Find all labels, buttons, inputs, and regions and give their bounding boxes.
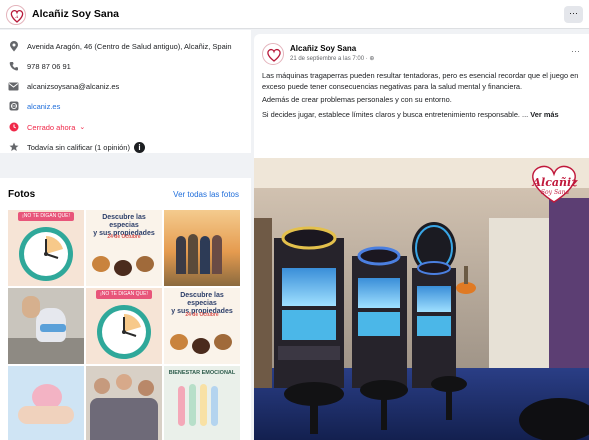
chevron-down-icon[interactable]: ⌄ <box>79 123 85 131</box>
post-paragraph-text: Si decides jugar, establece límites clar… <box>262 110 529 119</box>
photo-thumbnail[interactable]: BIENESTAR EMOCIONAL <box>164 366 240 440</box>
person-silhouette <box>212 235 222 274</box>
address-row: Avenida Aragón, 46 (Centro de Salud anti… <box>8 39 232 53</box>
post-author-name[interactable]: Alcañiz Soy Sana <box>290 44 356 53</box>
thumbnail-date: 24 de Octubre <box>185 312 219 318</box>
post-paragraph: Las máquinas tragaperras pueden resultar… <box>262 71 579 91</box>
card-strip <box>178 386 185 426</box>
photo-thumbnail[interactable]: ¡NO TE DIGAN QUE! <box>86 288 162 364</box>
photo-thumbnail[interactable]: Descubre las especias y sus propiedades 2… <box>86 210 162 286</box>
person-silhouette <box>176 236 186 274</box>
clock-illustration <box>19 227 73 281</box>
thumbnail-date: 24 de Octubre <box>107 234 141 240</box>
spice-bowl <box>170 334 188 350</box>
card-strip <box>200 384 207 426</box>
website-link[interactable]: alcaniz.es <box>27 102 60 111</box>
envelope-icon <box>8 81 19 92</box>
watermark-subtitle: Soy Sana <box>540 189 570 196</box>
post-more-options[interactable]: ··· <box>571 46 580 56</box>
thumbnail-banner: ¡NO TE DIGAN QUE! <box>96 290 152 299</box>
post-timestamp[interactable]: 21 de septiembre a las 7:00 · ⊕ <box>290 55 374 62</box>
clock-illustration <box>97 305 151 359</box>
email-row: alcanizsoysana@alcaniz.es <box>8 79 119 93</box>
face <box>138 380 154 396</box>
phone-icon <box>8 61 19 72</box>
post-paragraph: Si decides jugar, establece límites clar… <box>262 110 582 121</box>
see-all-photos-link[interactable]: Ver todas las fotos <box>173 190 239 199</box>
photos-section: Fotos Ver todas las fotos ¡NO TE DIGAN Q… <box>0 178 251 440</box>
card-strip <box>211 386 218 426</box>
photo-thumbnail[interactable] <box>86 366 162 440</box>
watermark-brand: Alcañiz <box>532 176 578 189</box>
photo-thumbnail[interactable]: ¡NO TE DIGAN QUE! <box>8 210 84 286</box>
hours-status: Cerrado ahora <box>27 122 76 132</box>
address-text: Avenida Aragón, 46 (Centro de Salud anti… <box>27 41 232 51</box>
svg-text:A: A <box>15 14 19 19</box>
page-logo[interactable]: A <box>6 5 26 25</box>
email-text[interactable]: alcanizsoysana@alcaniz.es <box>27 82 119 91</box>
spice-bowl <box>114 260 132 276</box>
photo-thumbnail[interactable] <box>8 366 84 440</box>
spice-bowl <box>214 334 232 350</box>
section-divider <box>0 153 251 178</box>
bodies <box>90 398 158 440</box>
person-silhouette <box>200 236 210 274</box>
face <box>94 378 110 394</box>
hand <box>22 296 40 318</box>
card-strip <box>189 384 196 426</box>
page-header: A Alcañiz Soy Sana ··· <box>0 0 589 29</box>
thumbnail-banner: ¡NO TE DIGAN QUE! <box>18 212 74 221</box>
hours-row[interactable]: Cerrado ahora ⌄ <box>8 120 85 134</box>
casino-machines-image <box>254 158 589 440</box>
phone-row: 978 87 06 91 <box>8 59 71 73</box>
info-icon[interactable]: i <box>133 141 145 153</box>
post-author-avatar[interactable] <box>262 43 284 65</box>
photo-thumbnail[interactable]: Descubre las especias y sus propiedades 2… <box>164 288 240 364</box>
person-silhouette <box>188 234 198 274</box>
post-image[interactable]: Alcañiz Soy Sana <box>254 158 589 440</box>
page-title[interactable]: Alcañiz Soy Sana <box>32 8 119 20</box>
star-icon <box>8 142 19 153</box>
photo-thumbnail[interactable] <box>164 210 240 286</box>
more-options-button[interactable]: ··· <box>564 6 583 23</box>
rating-row: Todavía sin calificar (1 opinión) i <box>8 140 145 154</box>
phone-text[interactable]: 978 87 06 91 <box>27 62 71 71</box>
photo-thumbnail[interactable] <box>8 288 84 364</box>
thumbnail-title: BIENESTAR EMOCIONAL <box>168 370 236 376</box>
spice-bowl <box>92 256 110 272</box>
website-row: alcaniz.es <box>8 99 60 113</box>
spice-bowl <box>192 338 210 354</box>
hands <box>18 406 74 424</box>
post-card: Alcañiz Soy Sana 21 de septiembre a las … <box>254 34 589 440</box>
see-more-link[interactable]: Ver más <box>530 110 558 119</box>
clock-icon <box>8 122 19 133</box>
shoe-sole <box>40 324 66 332</box>
globe-icon <box>8 101 19 112</box>
photos-header: Fotos <box>8 189 36 200</box>
face <box>116 374 132 390</box>
rating-text: Todavía sin calificar (1 opinión) <box>27 142 130 152</box>
location-pin-icon <box>8 40 19 52</box>
post-paragraph: Además de crear problemas personales y c… <box>262 95 452 104</box>
spice-bowl <box>136 256 154 272</box>
